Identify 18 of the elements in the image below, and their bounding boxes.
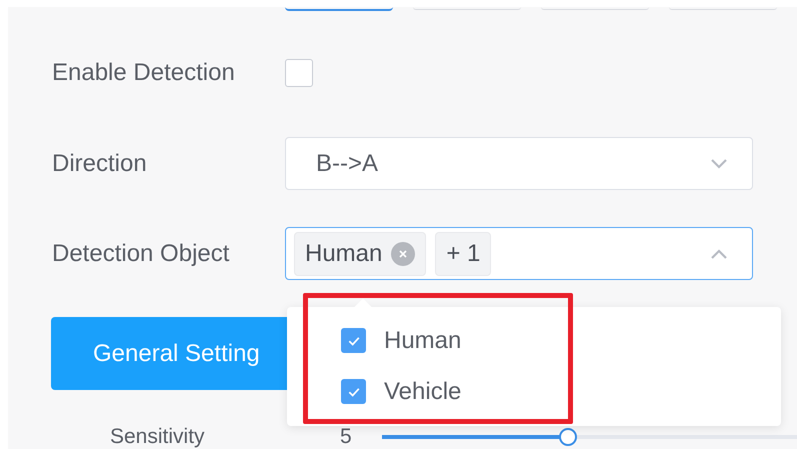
slider-label: Sensitivity bbox=[110, 427, 206, 447]
direction-select[interactable]: B-->A bbox=[285, 137, 753, 190]
slider-thumb[interactable] bbox=[558, 428, 577, 446]
close-icon[interactable] bbox=[391, 242, 416, 266]
option-button[interactable] bbox=[285, 7, 393, 11]
field-label: Direction bbox=[52, 150, 148, 178]
option-label[interactable]: Vehicle bbox=[384, 378, 462, 406]
slider-value: 5 bbox=[340, 427, 353, 447]
multi-select[interactable]: Human + 1 bbox=[285, 227, 753, 280]
checkbox[interactable] bbox=[285, 59, 313, 87]
tag-label: Human bbox=[305, 240, 382, 268]
option-label[interactable]: Human bbox=[384, 326, 462, 354]
checkbox[interactable] bbox=[341, 379, 366, 404]
checkbox[interactable] bbox=[341, 328, 366, 353]
field-label: Enable Detection bbox=[52, 59, 236, 87]
field-label: Detection Object bbox=[52, 240, 230, 268]
count-tag: + 1 bbox=[435, 232, 492, 276]
slider-track[interactable] bbox=[382, 428, 797, 446]
